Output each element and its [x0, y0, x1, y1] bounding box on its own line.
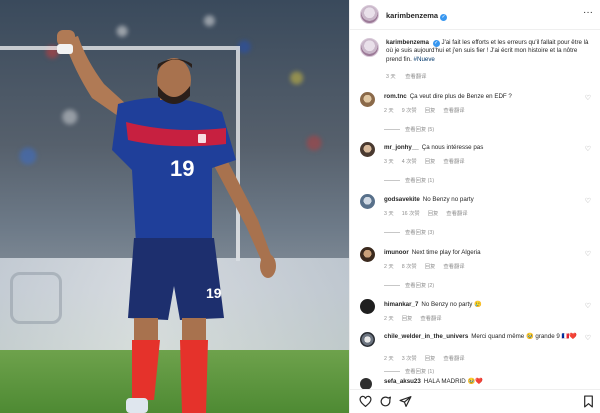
translate-link[interactable]: 查看翻译: [443, 159, 464, 165]
reply-button[interactable]: 回复: [425, 108, 436, 114]
translate-link[interactable]: 查看翻译: [443, 264, 464, 270]
hashtag-link[interactable]: #Nueve: [414, 56, 435, 63]
comment-meta: 2 天3 次赞 回复 查看翻译: [384, 356, 465, 362]
view-replies-button[interactable]: 查看回复 (1): [384, 176, 434, 184]
comment-avatar[interactable]: [360, 92, 375, 107]
author-avatar[interactable]: [360, 5, 379, 24]
comment-heart-icon[interactable]: ♡: [585, 302, 591, 310]
comment-heart-icon[interactable]: ♡: [585, 250, 591, 258]
shorts-number: 19: [206, 285, 222, 301]
translate-link[interactable]: 查看翻译: [443, 108, 464, 114]
comment-text: chile_welder_in_the_univers Merci quand m…: [384, 333, 577, 340]
comment-text: godsavekite No Benzy no party: [384, 196, 474, 203]
comment-meta: 2 天回复 查看翻译: [384, 316, 442, 322]
comment-text: sefa_aksu23 HALA MADRID 🥹❤️: [384, 378, 483, 385]
caption-translate-link[interactable]: 查看翻译: [405, 74, 426, 80]
comment-username[interactable]: godsavekite: [384, 196, 420, 203]
translate-link[interactable]: 查看翻译: [420, 316, 441, 322]
comment-meta: 2 天8 次赞 回复 查看翻译: [384, 264, 465, 270]
comment-username[interactable]: mr_jonhy__: [384, 144, 419, 151]
comment-avatar[interactable]: [360, 247, 375, 262]
comment-avatar[interactable]: [360, 194, 375, 209]
comment-username[interactable]: himankar_7: [384, 301, 418, 308]
reply-button[interactable]: 回复: [425, 159, 436, 165]
view-replies-button[interactable]: 查看回复 (1): [384, 367, 434, 375]
comment-heart-icon[interactable]: ♡: [585, 94, 591, 102]
more-icon[interactable]: ···: [583, 8, 593, 18]
post-photo: 19 19: [0, 0, 349, 413]
comment-heart-icon[interactable]: ♡: [585, 145, 591, 153]
author-avatar-caption[interactable]: [360, 38, 379, 57]
comment-avatar[interactable]: [360, 142, 375, 157]
translate-link[interactable]: 查看翻译: [443, 356, 464, 362]
comment-heart-icon[interactable]: ♡: [585, 197, 591, 205]
comment-avatar[interactable]: [360, 332, 375, 347]
comment-text: imunoor Next time play for Algeria: [384, 249, 481, 256]
reply-button[interactable]: 回复: [425, 264, 436, 270]
post-action-bar: [350, 389, 600, 413]
comment-username[interactable]: rom.tnc: [384, 93, 407, 100]
post-header: karimbenzema ✓ ···: [350, 0, 600, 30]
view-replies-button[interactable]: 查看回复 (3): [384, 228, 434, 236]
reply-button[interactable]: 回复: [402, 316, 413, 322]
comment-text: rom.tnc Ça veut dire plus de Benze en EDF…: [384, 93, 512, 100]
jersey-number: 19: [170, 156, 194, 181]
bookmark-icon[interactable]: [582, 395, 595, 408]
comment-username[interactable]: chile_welder_in_the_univers: [384, 333, 468, 340]
comment-username[interactable]: imunoor: [384, 249, 409, 256]
author-username[interactable]: karimbenzema ✓: [386, 11, 448, 21]
reply-button[interactable]: 回复: [428, 211, 439, 217]
football-player: 19 19: [57, 30, 276, 413]
instagram-post-window: 19 19 karimbenzema ✓ ··· karimbenzema ✓ …: [0, 0, 600, 413]
caption-username[interactable]: karimbenzema: [386, 39, 429, 46]
verified-badge-icon: ✓: [440, 14, 448, 21]
comment-avatar[interactable]: [360, 299, 375, 314]
verified-badge-icon: ✓: [432, 40, 440, 47]
comment-meta: 3 天 16 次赞 回复 查看翻译: [384, 211, 468, 217]
share-icon[interactable]: [399, 395, 412, 408]
comment-text: himankar_7 No Benzy no party 🥲: [384, 301, 482, 308]
caption-meta: 3 天 查看翻译: [386, 72, 434, 80]
post-detail-panel: karimbenzema ✓ ··· karimbenzema ✓ J'ai fa…: [349, 0, 600, 413]
post-caption: karimbenzema ✓ J'ai fait les efforts et …: [386, 39, 591, 64]
translate-link[interactable]: 查看翻译: [446, 211, 467, 217]
view-replies-button[interactable]: 查看回复 (5): [384, 125, 434, 133]
comment-icon[interactable]: [379, 395, 392, 408]
comment-meta: 2 天9 次赞 回复 查看翻译: [384, 108, 465, 114]
view-replies-button[interactable]: 查看回复 (2): [384, 281, 434, 289]
comment-username[interactable]: sefa_aksu23: [384, 378, 421, 385]
comment-text: mr_jonhy__ Ça nous intéresse pas: [384, 144, 484, 151]
comment-heart-icon[interactable]: ♡: [585, 334, 591, 342]
caption-age: 3 天: [386, 74, 396, 80]
reply-button[interactable]: 回复: [425, 356, 436, 362]
comment-meta: 3 天4 次赞 回复 查看翻译: [384, 159, 465, 165]
heart-icon[interactable]: [359, 395, 372, 408]
